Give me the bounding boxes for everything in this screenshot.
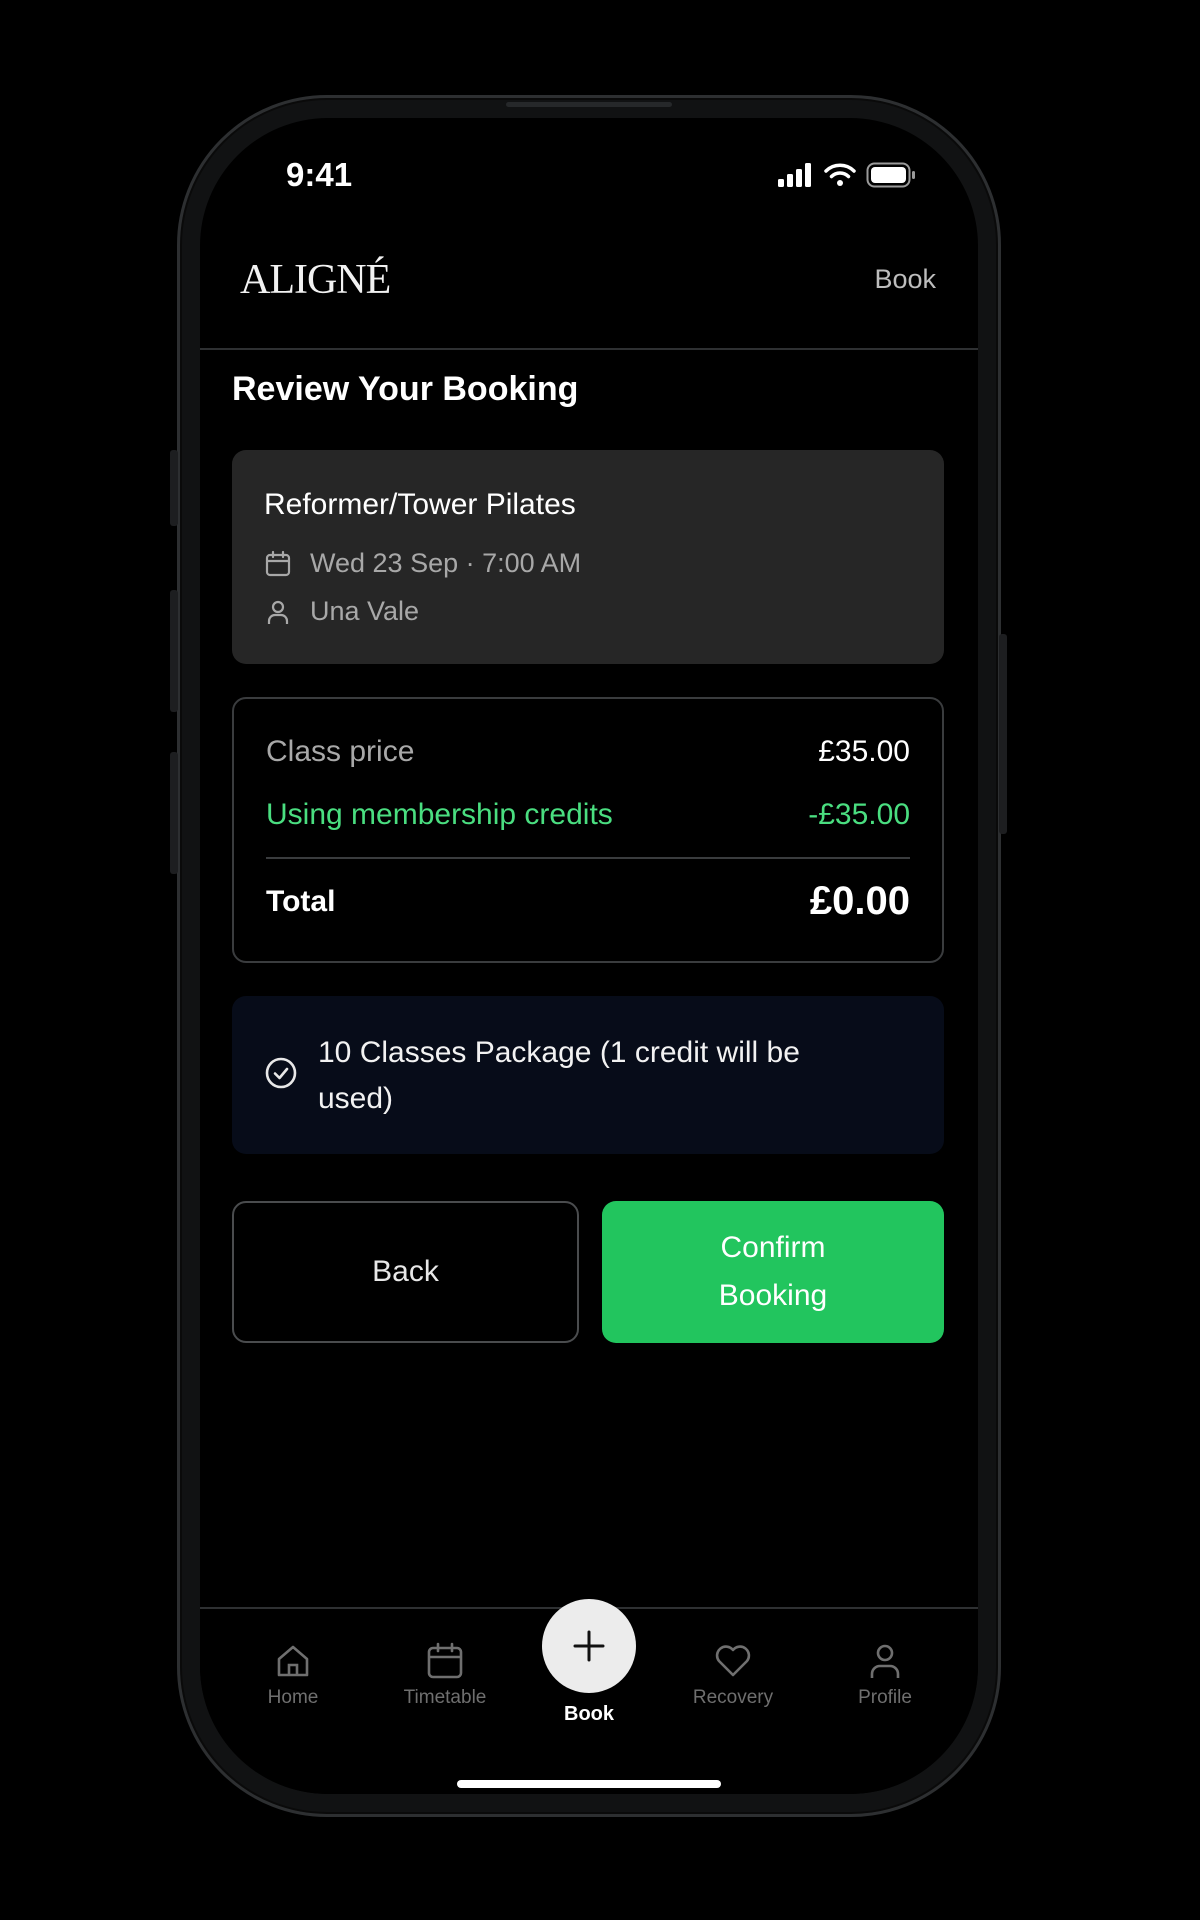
package-text: 10 Classes Package (1 credit will be use…	[318, 1036, 800, 1115]
total-label: Total	[266, 884, 336, 918]
speaker-grille	[506, 102, 672, 107]
status-icons	[778, 162, 916, 188]
class-name: Reformer/Tower Pilates	[264, 488, 576, 521]
total-value: £0.00	[809, 879, 910, 923]
class-price-label: Class price	[266, 735, 415, 768]
page-title: Review Your Booking	[232, 370, 579, 408]
home-icon	[277, 1645, 309, 1677]
person-icon	[267, 600, 289, 624]
credits-label: Using membership credits	[266, 798, 613, 831]
tab-recovery-label: Recovery	[692, 1687, 774, 1708]
wifi-icon	[824, 163, 856, 186]
class-datetime-row: Wed 23 Sep · 7:00 AM	[264, 548, 581, 579]
back-button[interactable]: Back	[232, 1201, 579, 1343]
total-row: Total £0.00	[266, 879, 910, 924]
check-circle-icon	[265, 1057, 297, 1089]
person-icon	[870, 1644, 900, 1678]
class-datetime: Wed 23 Sep · 7:00 AM	[310, 548, 582, 578]
class-price-row: Class price £35.00	[266, 735, 910, 769]
plus-icon	[573, 1630, 605, 1662]
tab-home[interactable]: Home	[233, 1641, 353, 1709]
calendar-icon	[265, 550, 291, 576]
book-fab-button[interactable]	[542, 1599, 636, 1693]
home-indicator[interactable]	[457, 1780, 721, 1788]
heart-icon	[715, 1645, 751, 1677]
tab-profile-label: Profile	[858, 1687, 912, 1708]
tab-recovery[interactable]: Recovery	[673, 1641, 793, 1709]
back-button-label: Back	[372, 1255, 439, 1288]
class-summary-card: Reformer/Tower Pilates Wed 23 Sep · 7:00…	[232, 450, 944, 664]
status-time: 9:41	[286, 156, 353, 193]
tab-book-label[interactable]: Book	[539, 1703, 639, 1726]
class-instructor: Una Vale	[310, 596, 420, 626]
phone-mute-switch	[170, 450, 178, 526]
battery-icon	[866, 162, 915, 188]
header-book-link[interactable]: Book	[874, 264, 936, 295]
tab-timetable[interactable]: Timetable	[385, 1641, 505, 1709]
confirm-button-label: Confirm Booking	[718, 1231, 828, 1312]
app-screen: 9:41 ALIGNÉ Book Review Your Booking Ref…	[200, 118, 978, 1794]
price-breakdown-card: Class price £35.00 Using membership cred…	[232, 697, 944, 963]
credits-row: Using membership credits -£35.00	[266, 798, 910, 832]
phone-volume-down	[170, 752, 178, 874]
phone-power-button	[999, 634, 1007, 834]
tab-timetable-label: Timetable	[403, 1687, 487, 1708]
confirm-booking-button[interactable]: Confirm Booking	[602, 1201, 944, 1343]
brand-logo[interactable]: ALIGNÉ	[240, 256, 391, 304]
calendar-icon	[427, 1642, 463, 1679]
bottom-tab-bar: Home Timetable Book Recovery Profile	[200, 1599, 978, 1794]
package-info-banner: 10 Classes Package (1 credit will be use…	[232, 996, 944, 1154]
signal-icon	[778, 163, 811, 187]
class-instructor-row: Una Vale	[264, 596, 419, 627]
price-divider	[266, 857, 910, 859]
class-price-value: £35.00	[818, 735, 910, 768]
credits-value: -£35.00	[808, 798, 910, 831]
app-header: ALIGNÉ Book	[200, 248, 978, 350]
phone-volume-up	[170, 590, 178, 712]
tab-home-label: Home	[267, 1687, 319, 1708]
tab-profile[interactable]: Profile	[825, 1641, 945, 1709]
